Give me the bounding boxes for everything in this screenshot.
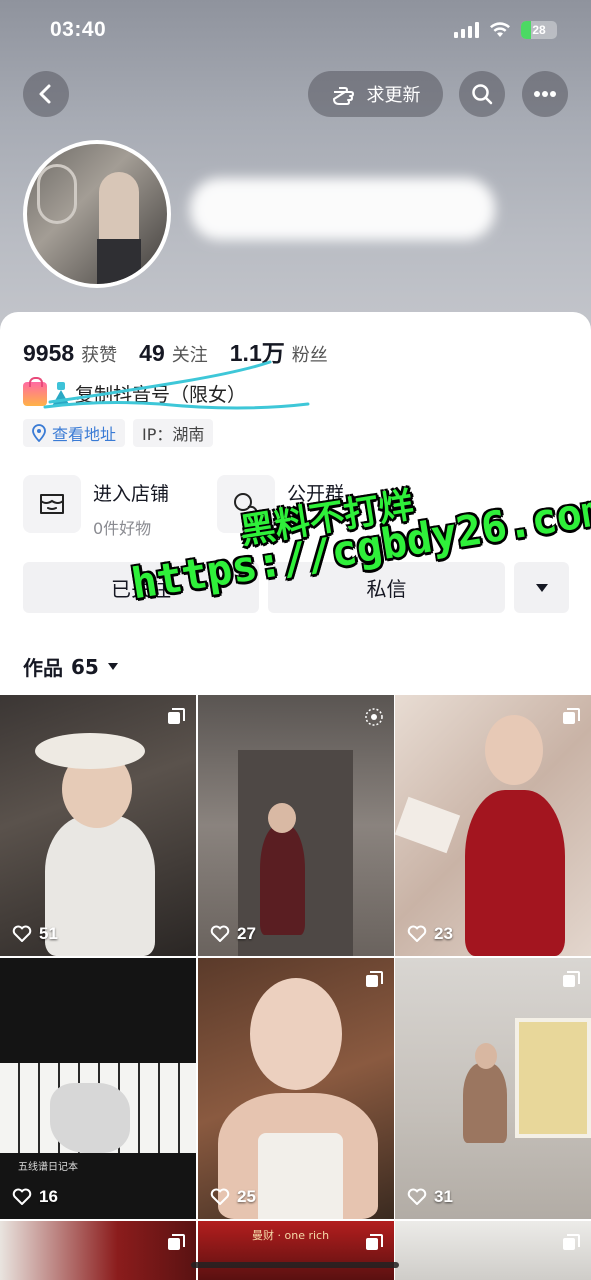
more-horizontal-icon bbox=[534, 91, 556, 97]
chevron-left-icon bbox=[39, 84, 51, 104]
shop-subtitle: 0件好物 bbox=[93, 519, 152, 538]
request-update-button[interactable]: 求更新 bbox=[308, 71, 443, 117]
video-thumbnail[interactable]: 曼财 · one rich bbox=[198, 1221, 394, 1280]
shop-title: 进入店铺 bbox=[93, 483, 170, 505]
video-likes: 25 bbox=[210, 1187, 256, 1207]
search-button[interactable] bbox=[459, 71, 505, 117]
video-likes: 16 bbox=[12, 1187, 58, 1207]
video-caption: 曼财 · one rich bbox=[252, 1229, 330, 1242]
caret-down-icon bbox=[535, 583, 548, 592]
heart-icon bbox=[407, 1188, 427, 1205]
location-tag[interactable]: 查看地址 bbox=[23, 419, 126, 447]
home-indicator bbox=[191, 1262, 399, 1268]
request-update-label: 求更新 bbox=[366, 85, 421, 106]
profile-avatar[interactable] bbox=[23, 140, 171, 288]
wifi-icon bbox=[490, 22, 510, 37]
multi-image-icon bbox=[366, 971, 383, 987]
status-bar: 03:40 28 bbox=[0, 0, 591, 60]
multi-image-icon bbox=[168, 708, 185, 724]
caret-down-icon bbox=[107, 663, 118, 670]
recommend-dropdown-button[interactable] bbox=[514, 562, 569, 613]
video-thumbnail[interactable]: 27 bbox=[198, 695, 394, 956]
video-thumbnail[interactable]: 25 bbox=[198, 958, 394, 1219]
video-likes: 23 bbox=[407, 924, 453, 944]
signal-icon bbox=[454, 22, 479, 38]
back-button[interactable] bbox=[23, 71, 69, 117]
heart-icon bbox=[210, 1188, 230, 1205]
location-tag-label: 查看地址 bbox=[52, 425, 117, 444]
video-caption: 五线谱日记本 bbox=[18, 1162, 78, 1173]
heart-icon bbox=[407, 925, 427, 942]
video-thumbnail[interactable]: 31 bbox=[395, 958, 591, 1219]
multi-image-icon bbox=[563, 708, 580, 724]
location-pin-icon bbox=[32, 424, 46, 442]
multi-image-icon bbox=[563, 971, 580, 987]
message-label: 私信 bbox=[366, 577, 407, 601]
multi-image-icon bbox=[366, 1234, 383, 1250]
ip-tag-label: IP：湖南 bbox=[142, 425, 205, 444]
more-button[interactable] bbox=[522, 71, 568, 117]
profile-tags: 查看地址 IP：湖南 bbox=[23, 419, 214, 447]
works-tab[interactable]: 作品 65 bbox=[23, 652, 119, 681]
video-likes: 51 bbox=[12, 924, 58, 944]
battery-level: 28 bbox=[532, 23, 546, 37]
battery-icon: 28 bbox=[521, 21, 557, 39]
heart-icon bbox=[12, 925, 32, 942]
status-indicators: 28 bbox=[454, 21, 557, 39]
shop-icon bbox=[23, 475, 81, 533]
nickname-redacted bbox=[190, 178, 495, 240]
heart-icon bbox=[12, 1188, 32, 1205]
multi-image-icon bbox=[563, 1234, 580, 1250]
video-thumbnail[interactable]: 51 bbox=[0, 695, 196, 956]
video-likes: 27 bbox=[210, 924, 256, 944]
shop-entry[interactable]: 进入店铺 0件好物 bbox=[23, 475, 169, 539]
multi-image-icon bbox=[168, 1234, 185, 1250]
scribble-overlay bbox=[43, 360, 310, 410]
hand-point-icon bbox=[332, 87, 354, 105]
video-thumbnail[interactable]: 23 bbox=[395, 695, 591, 956]
live-photo-icon bbox=[365, 708, 383, 726]
search-icon bbox=[472, 84, 493, 105]
heart-icon bbox=[210, 925, 230, 942]
video-thumbnail[interactable] bbox=[0, 1221, 196, 1280]
works-label: 作品 bbox=[23, 656, 63, 680]
video-thumbnail[interactable]: 五线谱日记本 16 bbox=[0, 958, 196, 1219]
status-time: 03:40 bbox=[50, 18, 107, 41]
video-thumbnail[interactable] bbox=[395, 1221, 591, 1280]
video-likes: 31 bbox=[407, 1187, 453, 1207]
works-count: 65 bbox=[71, 654, 99, 679]
ip-tag: IP：湖南 bbox=[133, 419, 214, 447]
